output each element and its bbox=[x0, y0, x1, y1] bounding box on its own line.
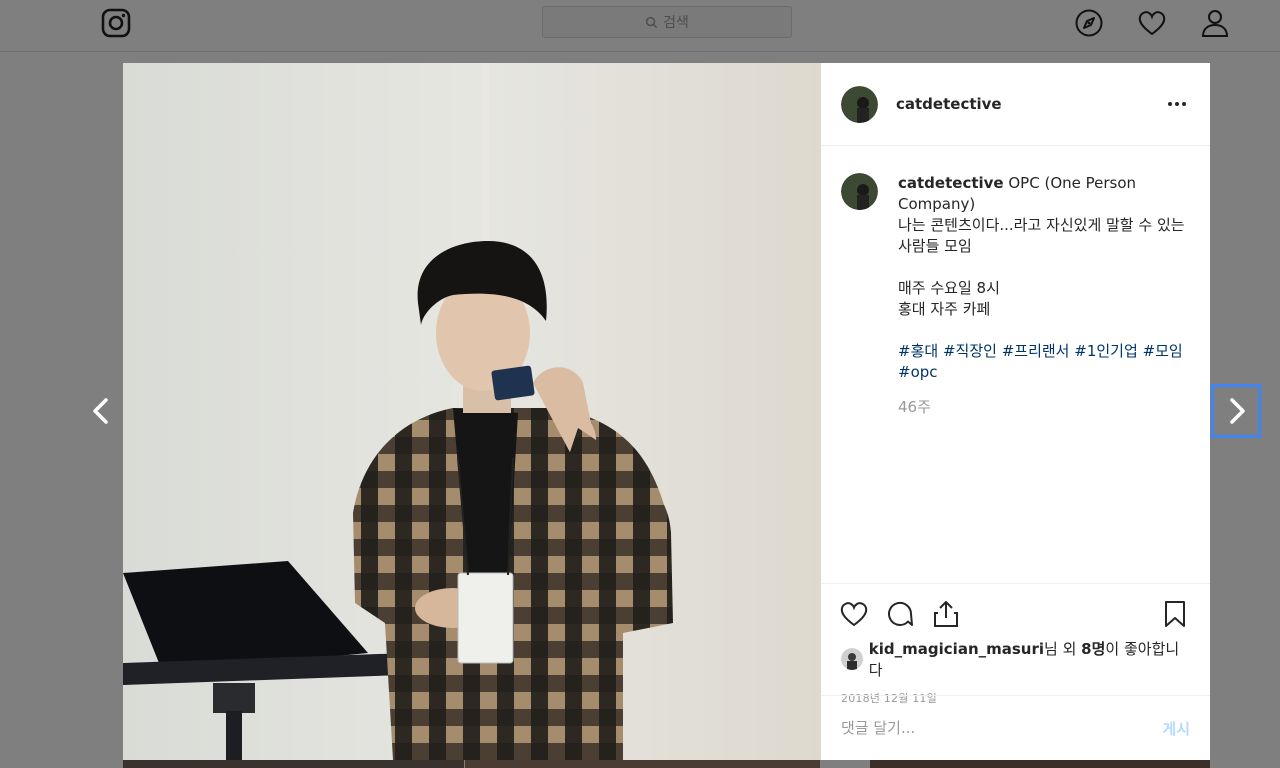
profile-icon[interactable] bbox=[1200, 8, 1230, 38]
comment-icon[interactable] bbox=[885, 599, 915, 629]
top-nav: 검색 bbox=[0, 0, 1280, 52]
likes-count[interactable]: 8명 bbox=[1081, 640, 1105, 658]
post-caption: catdetective OPC (One Person Company) 나는… bbox=[841, 173, 1196, 418]
hashtags: #홍대 #직장인 #프리랜서 #1인기업 #모임 #opc bbox=[898, 341, 1196, 383]
caption-avatar[interactable] bbox=[841, 173, 878, 210]
hashtag-link[interactable]: #opc bbox=[898, 363, 938, 381]
action-icons bbox=[839, 598, 1190, 630]
more-options-icon[interactable] bbox=[1164, 96, 1190, 112]
feed-thumbnail bbox=[465, 759, 820, 768]
search-placeholder: 검색 bbox=[663, 15, 689, 31]
comment-input[interactable] bbox=[841, 719, 1163, 737]
heart-icon[interactable] bbox=[1137, 8, 1167, 38]
hashtag-link[interactable]: #홍대 bbox=[898, 342, 938, 360]
post-photo[interactable] bbox=[123, 63, 821, 760]
search-icon bbox=[646, 16, 658, 28]
caption-line: 홍대 자주 카페 bbox=[898, 300, 991, 318]
post-image bbox=[123, 63, 821, 760]
caption-time[interactable]: 46주 bbox=[898, 397, 1196, 418]
post-username[interactable]: catdetective bbox=[896, 95, 1002, 113]
caption-line: 매주 수요일 8시 bbox=[898, 279, 1000, 297]
next-post-arrow[interactable] bbox=[1211, 384, 1261, 438]
chevron-right-icon bbox=[1230, 398, 1245, 424]
avatar[interactable] bbox=[841, 85, 878, 123]
likes-mid: 님 외 bbox=[1044, 640, 1082, 658]
post-actions: kid_magician_masuri님 외 8명이 좋아합니다 2018년 1… bbox=[821, 583, 1210, 706]
likes-summary: kid_magician_masuri님 외 8명이 좋아합니다 bbox=[839, 638, 1190, 680]
like-heart-icon[interactable] bbox=[839, 599, 869, 629]
post-comment-button[interactable]: 게시 bbox=[1162, 718, 1190, 739]
feed-thumbnail bbox=[123, 759, 464, 768]
previous-post-arrow-icon[interactable] bbox=[84, 394, 118, 428]
instagram-logo-icon[interactable] bbox=[101, 8, 131, 38]
liker-avatar[interactable] bbox=[841, 648, 863, 670]
post-header: catdetective bbox=[821, 63, 1210, 146]
caption-line: 사람들 모임 bbox=[898, 237, 972, 255]
caption-line: 나는 콘텐츠이다...라고 자신있게 말할 수 있는 bbox=[898, 216, 1185, 234]
caption-text: catdetective OPC (One Person Company) 나는… bbox=[898, 173, 1196, 418]
liker-username[interactable]: kid_magician_masuri bbox=[869, 640, 1044, 658]
caption-username[interactable]: catdetective bbox=[898, 174, 1004, 192]
bookmark-icon[interactable] bbox=[1160, 599, 1190, 629]
compass-icon[interactable] bbox=[1074, 8, 1104, 38]
search-input[interactable]: 검색 bbox=[542, 6, 792, 38]
hashtag-link[interactable]: #모임 bbox=[1143, 342, 1183, 360]
feed-thumbnail bbox=[870, 759, 1210, 768]
post-panel: catdetective catdetective OPC (One Perso… bbox=[821, 63, 1210, 760]
nav-icons bbox=[1074, 8, 1230, 38]
comment-box: 게시 bbox=[821, 695, 1210, 760]
share-icon[interactable] bbox=[931, 599, 961, 629]
hashtag-link[interactable]: #1인기업 bbox=[1074, 342, 1138, 360]
hashtag-link[interactable]: #직장인 bbox=[943, 342, 997, 360]
hashtag-link[interactable]: #프리랜서 bbox=[1002, 342, 1070, 360]
